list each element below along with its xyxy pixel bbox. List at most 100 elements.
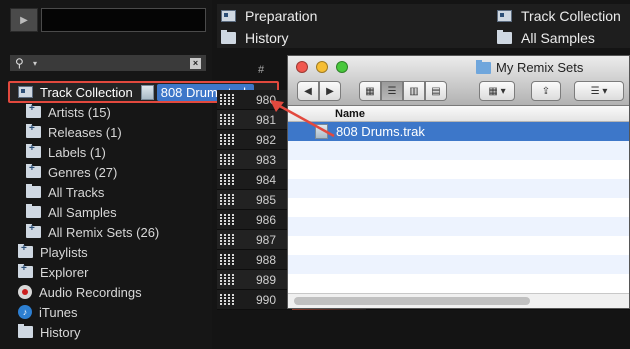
collection-icon [18, 86, 33, 98]
tree-item[interactable]: Labels (1) [0, 142, 212, 162]
tree-item[interactable]: ♪ iTunes [0, 302, 212, 322]
tree-item[interactable]: Explorer [0, 262, 212, 282]
icon-view-button[interactable]: ▦ [359, 81, 381, 101]
favorite-label: All Samples [521, 30, 595, 46]
tree-item[interactable]: Genres (27) [0, 162, 212, 182]
tree-item[interactable]: All Samples [0, 202, 212, 222]
empty-row [288, 160, 629, 179]
favorite-label: Track Collection [521, 8, 621, 24]
coverflow-view-button[interactable]: ▤ [425, 81, 447, 101]
minimize-button[interactable] [316, 61, 328, 73]
column-header-label: # [258, 64, 265, 76]
track-type-icon [220, 194, 234, 205]
track-type-icon [220, 214, 234, 225]
tree-item[interactable]: All Tracks [0, 182, 212, 202]
clear-icon[interactable]: × [190, 57, 201, 69]
tree-item-label: Releases (1) [48, 124, 122, 140]
tree-item[interactable]: Artists (15) [0, 102, 212, 122]
tree-item[interactable]: Audio Recordings [0, 282, 212, 302]
track-number: 985 [256, 192, 277, 207]
list-view-button[interactable]: ☰ [381, 81, 403, 101]
arrange-button[interactable]: ▦ ▾ [479, 81, 515, 101]
tree-item-label: Audio Recordings [39, 284, 142, 300]
horizontal-scrollbar[interactable] [288, 293, 629, 308]
house-icon [221, 10, 236, 22]
column-header-name[interactable]: Name [288, 106, 629, 122]
folder-plus-icon [26, 163, 41, 178]
tree-item-label: iTunes [39, 304, 78, 320]
tree-item[interactable]: History [0, 322, 212, 342]
tree-item[interactable]: Playlists [0, 242, 212, 262]
window-title-label: My Remix Sets [496, 60, 584, 75]
tree-item[interactable]: Releases (1) [0, 122, 212, 142]
scrollbar-thumb[interactable] [294, 297, 530, 305]
forward-button[interactable]: ▶ [319, 81, 341, 101]
folder-plus-icon [18, 243, 33, 258]
folder-icon [26, 204, 41, 218]
search-bar[interactable]: ⚲ ▾ × [10, 55, 206, 71]
tree-item-label: All Remix Sets (26) [48, 224, 160, 240]
close-button[interactable] [296, 61, 308, 73]
folder-icon [497, 30, 512, 44]
tree-item-label: History [40, 324, 81, 340]
file-icon [140, 84, 154, 100]
favorite-track-collection[interactable]: Track Collection [497, 6, 621, 26]
record-icon [18, 285, 32, 299]
finder-toolbar: ◀ ▶ ▦ ☰ ▥ ▤ ▦ ▾ ⇪ ☰ ▾ [288, 78, 629, 106]
action-button[interactable]: ☰ ▾ [574, 81, 624, 101]
browser-panel: ▶ ⚲ ▾ × Artists (15) Releases (1) Labels (… [0, 0, 212, 349]
tree-item[interactable]: All Remix Sets (26) [0, 222, 212, 242]
empty-row [288, 255, 629, 274]
zoom-button[interactable] [336, 61, 348, 73]
track-number: 983 [256, 152, 277, 167]
chevron-down-icon[interactable]: ▾ [33, 59, 37, 68]
preview-field [41, 8, 206, 32]
track-type-icon [220, 254, 234, 265]
favorite-history[interactable]: History [221, 28, 289, 48]
favorite-all-samples[interactable]: All Samples [497, 28, 595, 48]
track-type-icon [220, 294, 234, 305]
file-name: 808 Drums.trak [336, 124, 425, 139]
file-list: 808 Drums.trak [288, 122, 629, 274]
folder-plus-icon [18, 263, 33, 278]
folder-icon [18, 324, 33, 338]
window-title: My Remix Sets [476, 59, 584, 75]
track-number: 989 [256, 272, 277, 287]
tree-item-label: Playlists [40, 244, 88, 260]
track-number: 984 [256, 172, 277, 187]
preview-player: ▶ [10, 8, 206, 32]
file-row[interactable]: 808 Drums.trak [288, 122, 629, 141]
search-icon[interactable]: ⚲ [15, 56, 31, 70]
empty-row [288, 217, 629, 236]
folder-icon [221, 30, 236, 44]
track-type-icon [220, 174, 234, 185]
tree-item-label: All Tracks [48, 184, 105, 200]
back-button[interactable]: ◀ [297, 81, 319, 101]
empty-row [288, 141, 629, 160]
folder-plus-icon [26, 103, 41, 118]
browser-tree: Artists (15) Releases (1) Labels (1) Genres… [0, 80, 212, 342]
finder-titlebar[interactable]: My Remix Sets [288, 56, 629, 78]
collection-icon [497, 10, 512, 22]
column-view-button[interactable]: ▥ [403, 81, 425, 101]
favorite-label: Preparation [245, 8, 318, 24]
folder-icon [476, 59, 491, 74]
folder-icon [26, 184, 41, 198]
track-number: 988 [256, 252, 277, 267]
drag-arrow-icon [270, 100, 335, 138]
favorite-preparation[interactable]: Preparation [221, 6, 317, 26]
itunes-icon: ♪ [18, 305, 32, 319]
play-button[interactable]: ▶ [10, 8, 38, 32]
track-type-icon [220, 154, 234, 165]
favorite-label: History [245, 30, 289, 46]
tree-item-label: Genres (27) [48, 164, 118, 180]
folder-plus-icon [26, 123, 41, 138]
folder-plus-icon [26, 223, 41, 238]
empty-row [288, 236, 629, 255]
track-number: 990 [256, 292, 277, 307]
favorites-bar: Preparation History Track Collection All… [217, 4, 630, 48]
column-header-number[interactable]: # [217, 64, 287, 78]
track-number: 986 [256, 212, 277, 227]
tree-item-label: Labels (1) [48, 144, 106, 160]
share-button[interactable]: ⇪ [531, 81, 561, 101]
